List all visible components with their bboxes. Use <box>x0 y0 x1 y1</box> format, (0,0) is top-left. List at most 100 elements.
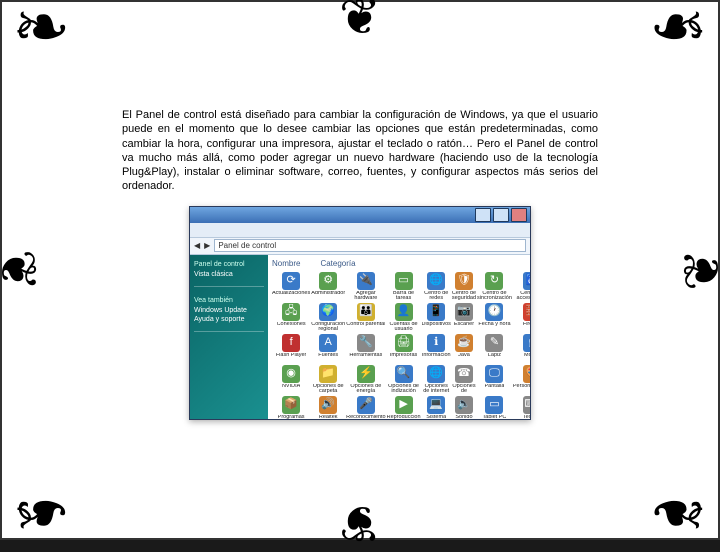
sidebar-link-help[interactable]: Ayuda y soporte <box>194 316 264 323</box>
item-label: Opciones de energía <box>346 384 385 394</box>
item-icon: ☎ <box>455 365 473 383</box>
control-panel-item[interactable]: ▭Tablet PC <box>477 396 512 419</box>
header-name: Nombre <box>272 259 300 268</box>
control-panel-item[interactable]: 🖱Mouse <box>513 334 530 363</box>
control-panel-item[interactable]: fFlash Player <box>272 334 310 363</box>
control-panel-item[interactable]: 🔈Sonido <box>452 396 476 419</box>
item-label: Herramientas <box>349 353 382 363</box>
control-panel-item[interactable]: 🔌Agregar hardware <box>346 272 385 301</box>
item-label: Administrador <box>311 291 345 301</box>
slide-stage: ❧ ❧ ❧ ❧ ❦ ❦ ❦ ❦ El Panel de control está… <box>0 0 720 540</box>
item-label: Sistema <box>426 415 446 419</box>
sidebar-link-classic-view[interactable]: Vista clásica <box>194 271 264 278</box>
control-panel-item[interactable]: 📁Opciones de carpeta <box>311 365 345 394</box>
control-panel-item[interactable]: 🔧Herramientas <box>346 334 385 363</box>
control-panel-item[interactable]: 📱Dispositivos <box>422 303 451 332</box>
back-icon[interactable]: ◀ <box>194 241 200 250</box>
item-label: Flash Player <box>276 353 307 363</box>
control-panel-item[interactable]: 🎨Personalización <box>513 365 530 394</box>
column-headers: Nombre Categoría <box>272 259 526 268</box>
control-panel-item[interactable]: AFuentes <box>311 334 345 363</box>
item-label: Centro de seguridad <box>452 291 476 301</box>
minimize-button[interactable] <box>475 208 491 222</box>
ornament-corner: ❧ <box>12 478 71 548</box>
item-icon: 🎤 <box>357 396 375 414</box>
item-icon: A <box>319 334 337 352</box>
item-label: NVIDIA <box>282 384 300 394</box>
control-panel-item[interactable]: 🖵Pantalla <box>477 365 512 394</box>
item-icon: 👪 <box>357 303 375 321</box>
item-label: Centro de redes <box>422 291 451 301</box>
item-icon: ⟳ <box>282 272 300 290</box>
close-button[interactable] <box>511 208 527 222</box>
control-panel-item[interactable]: ⌨Teclado <box>513 396 530 419</box>
control-panel-item[interactable]: 👤Cuentas de usuario <box>387 303 421 332</box>
control-panel-item[interactable]: ↻Centro de sincronización <box>477 272 512 301</box>
sidebar: Panel de control Vista clásica Vea tambi… <box>190 255 268 419</box>
item-label: Fecha y hora <box>478 322 510 332</box>
control-panel-item[interactable]: ☎Opciones de teléfono <box>452 365 476 394</box>
control-panel-item[interactable]: 🛡Centro de seguridad <box>452 272 476 301</box>
control-panel-item[interactable]: ⟳Actualizaciones <box>272 272 310 301</box>
item-icon: 📁 <box>319 365 337 383</box>
content-area: El Panel de control está diseñado para c… <box>122 97 598 420</box>
control-panel-screenshot: ◀ ▶ Panel de control Panel de control Vi… <box>189 206 531 420</box>
item-icon: ▶ <box>395 396 413 414</box>
item-label: Fuentes <box>318 353 338 363</box>
maximize-button[interactable] <box>493 208 509 222</box>
control-panel-item[interactable]: 📷Escáner <box>452 303 476 332</box>
control-panel-item[interactable]: ♿Centro de accesibilidad <box>513 272 530 301</box>
control-panel-item[interactable]: ☕Java <box>452 334 476 363</box>
item-label: Barra de tareas <box>387 291 421 301</box>
item-label: Control parental <box>346 322 385 332</box>
control-panel-item[interactable]: 💻Sistema <box>422 396 451 419</box>
breadcrumb[interactable]: Panel de control <box>214 239 526 252</box>
window-body: Panel de control Vista clásica Vea tambi… <box>190 255 530 419</box>
control-panel-item[interactable]: ⚙Administrador <box>311 272 345 301</box>
control-panel-item[interactable]: ⚡Opciones de energía <box>346 365 385 394</box>
control-panel-item[interactable]: 🧱Firewall <box>513 303 530 332</box>
item-icon: 🔍 <box>395 365 413 383</box>
control-panel-item[interactable]: 👪Control parental <box>346 303 385 332</box>
sidebar-link-update[interactable]: Windows Update <box>194 307 264 314</box>
item-icon: 🕐 <box>485 303 503 321</box>
item-label: Firewall <box>523 322 530 332</box>
control-panel-item[interactable]: ℹInformación <box>422 334 451 363</box>
item-icon: ▭ <box>395 272 413 290</box>
item-label: Opciones de indización <box>387 384 421 394</box>
control-panel-item[interactable]: 🕐Fecha y hora <box>477 303 512 332</box>
toolbar <box>190 223 530 238</box>
item-icon: 🔈 <box>455 396 473 414</box>
control-panel-item[interactable]: 🔊Realtek <box>311 396 345 419</box>
control-panel-item[interactable]: ▶Reproducción <box>387 396 421 419</box>
control-panel-item[interactable]: 🌐Opciones de internet <box>422 365 451 394</box>
control-panel-item[interactable]: 🎤Reconocimiento de voz <box>346 396 385 419</box>
control-panel-item[interactable]: 🖨Impresoras <box>387 334 421 363</box>
item-label: Mouse <box>524 353 530 363</box>
control-panel-item[interactable]: ◉NVIDIA <box>272 365 310 394</box>
item-icon: 🖵 <box>485 365 503 383</box>
item-label: Centro de sincronización <box>477 291 512 301</box>
item-icon: 🖨 <box>395 334 413 352</box>
item-icon: 🛡 <box>455 272 473 290</box>
ornament-corner: ❧ <box>649 478 708 548</box>
control-panel-item[interactable]: ▭Barra de tareas <box>387 272 421 301</box>
item-icon: 🌍 <box>319 303 337 321</box>
control-panel-item[interactable]: 📦Programas <box>272 396 310 419</box>
item-label: Reconocimiento de voz <box>346 415 385 419</box>
control-panel-item[interactable]: 🌐Centro de redes <box>422 272 451 301</box>
forward-icon[interactable]: ▶ <box>204 241 210 250</box>
item-label: Opciones de teléfono <box>452 384 476 394</box>
item-label: Programas <box>278 415 305 419</box>
item-label: Actualizaciones <box>272 291 310 301</box>
control-panel-item[interactable]: ✎Lápiz <box>477 334 512 363</box>
item-icon: ⚙ <box>319 272 337 290</box>
item-icon: 📦 <box>282 396 300 414</box>
header-category: Categoría <box>320 259 355 268</box>
item-icon: ☕ <box>455 334 473 352</box>
control-panel-item[interactable]: 🖧Conexiones <box>272 303 310 332</box>
ornament-edge: ❦ <box>339 0 381 42</box>
control-panel-item[interactable]: 🔍Opciones de indización <box>387 365 421 394</box>
control-panel-item[interactable]: 🌍Configuración regional <box>311 303 345 332</box>
item-label: Reproducción <box>387 415 421 419</box>
